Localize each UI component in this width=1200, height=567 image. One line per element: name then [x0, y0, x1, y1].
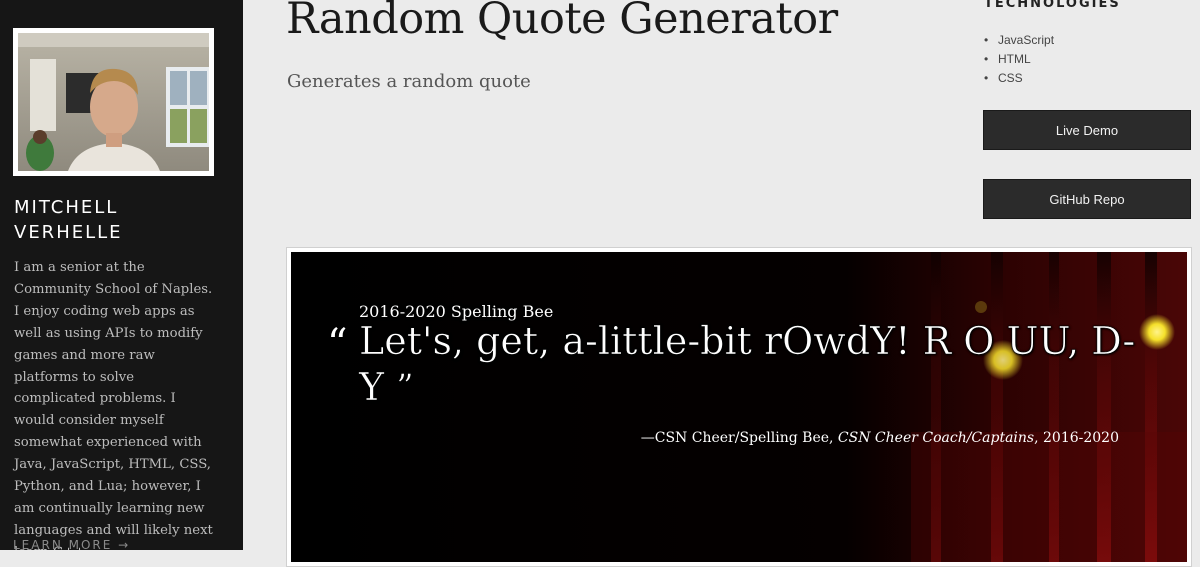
technology-item: JavaScript	[984, 31, 1054, 50]
attribution-italic: CSN Cheer Coach/Captains	[837, 430, 1035, 446]
attribution-prefix: —CSN Cheer/Spelling Bee,	[640, 430, 838, 446]
quote-text: Let's, get, a-little-bit rOwdY! R O UU, …	[359, 318, 1139, 410]
profile-photo	[18, 33, 209, 171]
profile-name: MITCHELL VERHELLE	[14, 195, 214, 245]
quote-attribution: —CSN Cheer/Spelling Bee, CSN Cheer Coach…	[641, 430, 1119, 446]
page-title: Random Quote Generator	[286, 0, 838, 44]
attribution-suffix: , 2016-2020	[1034, 430, 1119, 446]
profile-bio: I am a senior at the Community School of…	[14, 260, 213, 550]
sidebar: MITCHELL VERHELLE I am a senior at the C…	[0, 0, 243, 550]
page-subtitle: Generates a random quote	[287, 71, 531, 92]
learn-more-link[interactable]: LEARN MORE →	[13, 538, 130, 550]
github-repo-button[interactable]: GitHub Repo	[983, 179, 1191, 219]
project-screenshot: 2016-2020 Spelling Bee “ Let's, get, a-l…	[291, 252, 1187, 562]
avatar	[13, 28, 214, 176]
technology-item: HTML	[984, 50, 1054, 69]
technology-item: CSS	[984, 69, 1054, 88]
live-demo-button[interactable]: Live Demo	[983, 110, 1191, 150]
profile-last-name: VERHELLE	[14, 222, 123, 243]
technologies-heading: TECHNOLOGIES	[984, 0, 1121, 11]
profile-first-name: MITCHELL	[14, 197, 119, 218]
project-screenshot-frame: 2016-2020 Spelling Bee “ Let's, get, a-l…	[286, 247, 1192, 567]
open-quote-icon: “	[327, 321, 348, 367]
close-quote-icon: ”	[396, 367, 414, 408]
quote-body: Let's, get, a-little-bit rOwdY! R O UU, …	[359, 319, 1136, 410]
technologies-list: JavaScript HTML CSS	[984, 31, 1054, 88]
